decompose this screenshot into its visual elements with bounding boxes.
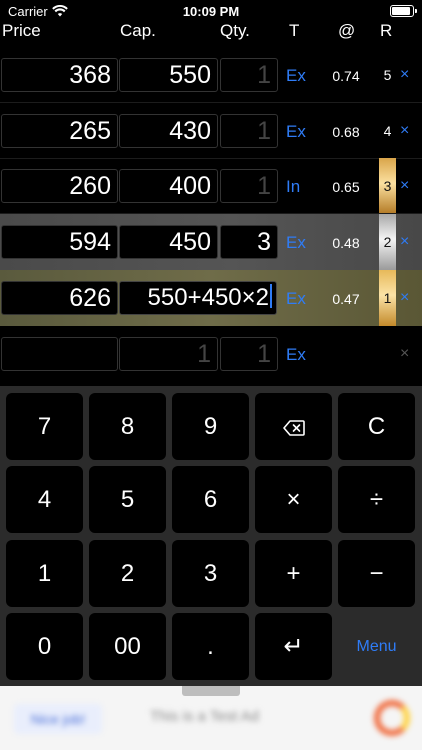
header-rank: R <box>380 21 393 40</box>
quantity-field[interactable]: 1 <box>220 114 278 148</box>
capacity-field[interactable]: 400 <box>119 169 218 203</box>
backspace-key[interactable] <box>255 393 332 460</box>
header-price: Price <box>2 21 41 40</box>
clear-key[interactable]: C <box>338 393 415 460</box>
key-4[interactable]: 4 <box>6 466 83 533</box>
delete-row-button[interactable]: × <box>400 345 409 363</box>
header-type: T <box>289 21 300 40</box>
unit-rate: 0.65 <box>332 179 360 195</box>
rank-badge: 1 <box>379 270 396 326</box>
delete-row-button[interactable]: × <box>400 177 409 195</box>
capacity-field[interactable]: 550 <box>119 58 218 92</box>
battery-icon <box>390 5 417 17</box>
unit-rate: 0.47 <box>332 291 360 307</box>
ad-banner[interactable]: Nice job! This is a Test Ad <box>0 686 422 750</box>
item-row: 265 430 1 Ex 0.68 4 × <box>0 103 422 159</box>
type-toggle[interactable]: Ex <box>286 66 306 86</box>
key-7[interactable]: 7 <box>6 393 83 460</box>
header-cap: Cap. <box>120 21 156 40</box>
item-row-editing: 626 550+450×2 Ex 0.47 1 × <box>0 270 422 326</box>
type-toggle[interactable]: Ex <box>286 345 306 365</box>
ad-logo-icon <box>374 700 410 736</box>
key-5[interactable]: 5 <box>89 466 166 533</box>
menu-button[interactable]: Menu <box>338 613 415 680</box>
divide-key[interactable]: ÷ <box>338 466 415 533</box>
type-toggle[interactable]: Ex <box>286 233 306 253</box>
header-qty: Qty. <box>220 21 250 40</box>
delete-row-button[interactable]: × <box>400 122 409 140</box>
minus-key[interactable]: − <box>338 540 415 607</box>
item-row: 260 400 1 In 0.65 3 × <box>0 158 422 214</box>
type-toggle[interactable]: Ex <box>286 289 306 309</box>
plus-key[interactable]: + <box>255 540 332 607</box>
capacity-field[interactable]: 1 <box>119 337 218 371</box>
rank-badge: 2 <box>379 214 396 270</box>
capacity-field[interactable]: 430 <box>119 114 218 148</box>
price-field[interactable] <box>1 337 118 371</box>
key-6[interactable]: 6 <box>172 466 249 533</box>
key-3[interactable]: 3 <box>172 540 249 607</box>
quantity-field[interactable]: 3 <box>220 225 278 259</box>
ad-button[interactable]: Nice job! <box>14 704 102 734</box>
type-toggle[interactable]: In <box>286 177 300 197</box>
new-item-row: 1 1 Ex × <box>0 326 422 382</box>
quantity-field[interactable]: 1 <box>220 337 278 371</box>
key-00[interactable]: 00 <box>89 613 166 680</box>
capacity-expression: 550+450×2 <box>147 284 269 311</box>
rank-badge: 5 <box>383 67 392 83</box>
delete-row-button[interactable]: × <box>400 233 409 251</box>
enter-key[interactable]: ↵ <box>255 613 332 680</box>
key-1[interactable]: 1 <box>6 540 83 607</box>
unit-rate: 0.68 <box>332 124 360 140</box>
rank-badge: 4 <box>383 123 392 139</box>
delete-row-button[interactable]: × <box>400 289 409 307</box>
delete-row-button[interactable]: × <box>400 66 409 84</box>
capacity-field[interactable]: 450 <box>119 225 218 259</box>
key-0[interactable]: 0 <box>6 613 83 680</box>
unit-rate: 0.48 <box>332 235 360 251</box>
multiply-key[interactable]: × <box>255 466 332 533</box>
key-9[interactable]: 9 <box>172 393 249 460</box>
key-2[interactable]: 2 <box>89 540 166 607</box>
item-row: 594 450 3 Ex 0.48 2 × <box>0 214 422 270</box>
unit-rate: 0.74 <box>332 68 360 84</box>
rank-badge: 3 <box>379 158 396 214</box>
item-row: 368 550 1 Ex 0.74 5 × <box>0 47 422 103</box>
price-field[interactable]: 594 <box>1 225 118 259</box>
decimal-key[interactable]: . <box>172 613 249 680</box>
clock: 10:09 PM <box>182 4 240 19</box>
quantity-field[interactable]: 1 <box>220 169 278 203</box>
status-bar: Carrier 10:09 PM <box>0 0 422 22</box>
ad-text: This is a Test Ad <box>150 708 259 725</box>
text-caret <box>270 284 272 308</box>
price-field[interactable]: 260 <box>1 169 118 203</box>
type-toggle[interactable]: Ex <box>286 122 306 142</box>
header-at: @ <box>338 21 356 40</box>
price-field[interactable]: 265 <box>1 114 118 148</box>
backspace-icon <box>282 419 305 436</box>
price-field[interactable]: 626 <box>1 281 118 315</box>
quantity-field[interactable]: 1 <box>220 58 278 92</box>
price-field[interactable]: 368 <box>1 58 118 92</box>
key-8[interactable]: 8 <box>89 393 166 460</box>
keypad: 7 8 9 C 4 5 6 × ÷ 1 2 3 + − 0 00 . ↵ Men… <box>0 386 422 686</box>
capacity-field-active[interactable]: 550+450×2 <box>119 281 277 315</box>
